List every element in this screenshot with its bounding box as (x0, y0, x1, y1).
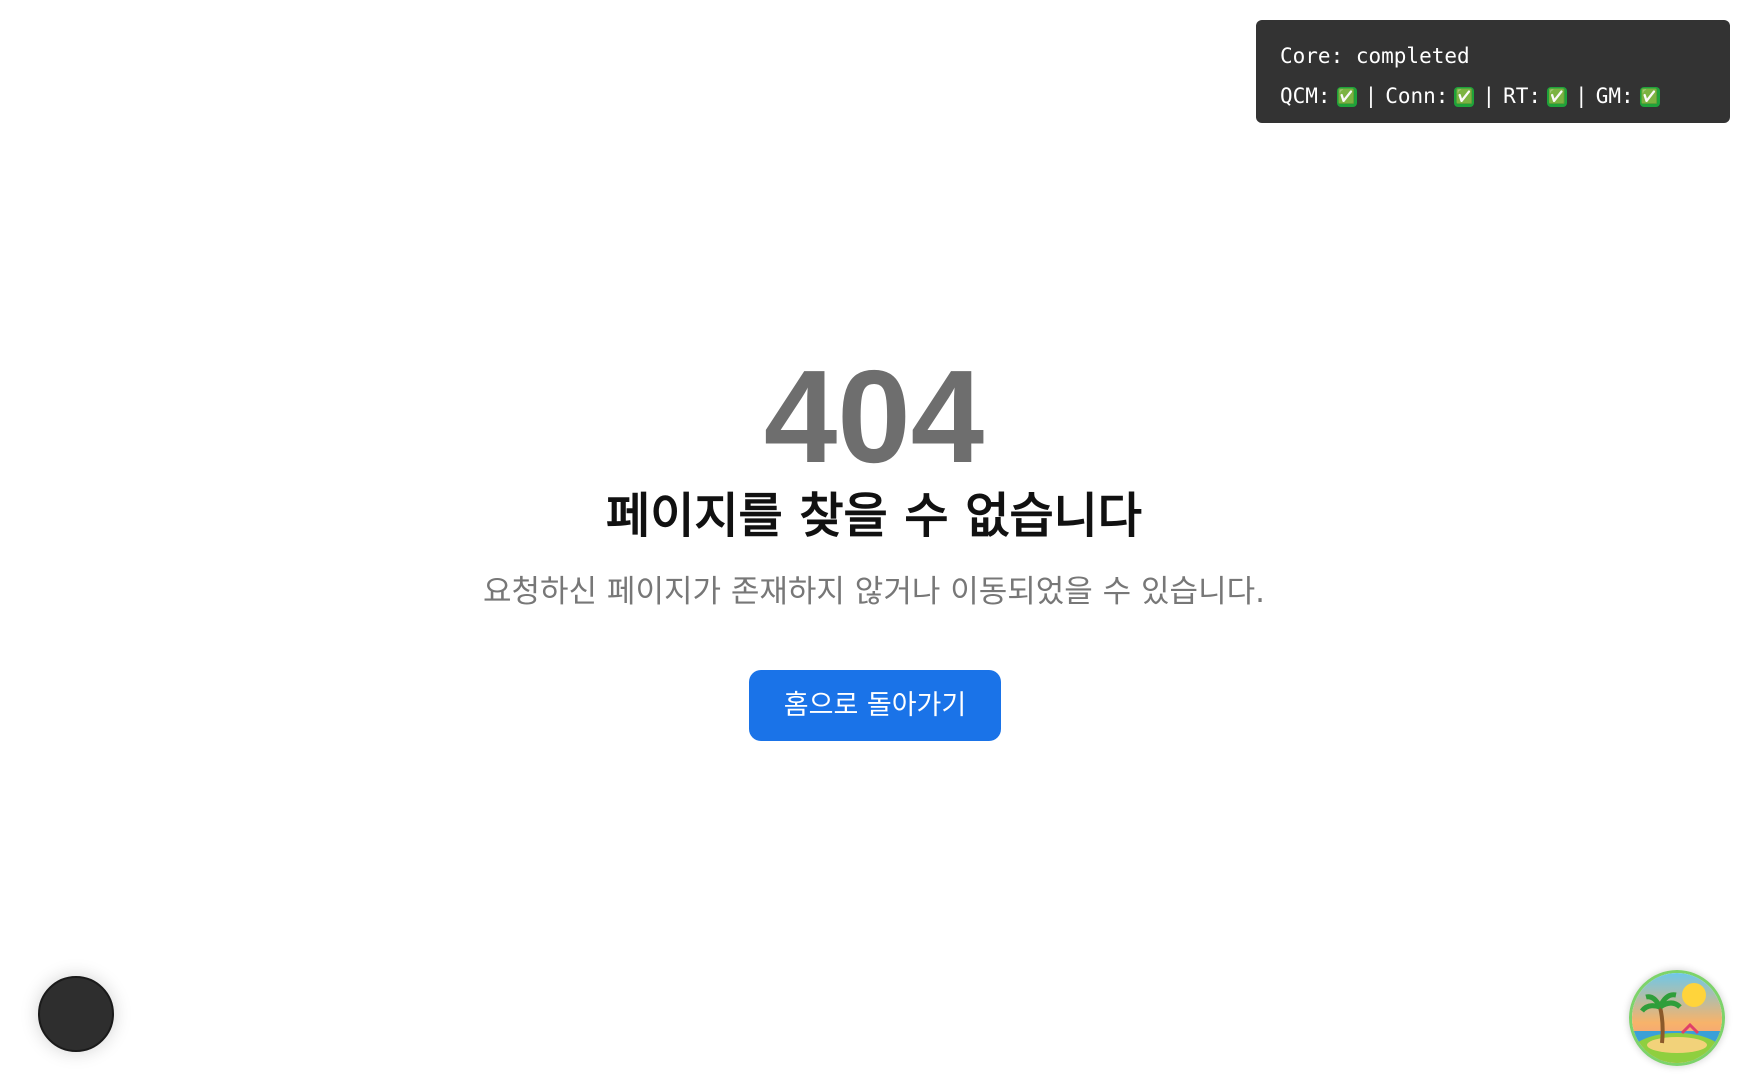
home-button[interactable]: 홈으로 돌아가기 (749, 670, 1001, 741)
conn-label: Conn: (1385, 84, 1449, 108)
core-status: Core: completed (1280, 44, 1470, 68)
page: Core: completed QCM: ✅ | Conn: ✅ | RT: ✅ | GM: ✅ 4… (0, 0, 1748, 1088)
check-icon: ✅ (1454, 87, 1475, 107)
floating-action-button[interactable] (38, 976, 114, 1052)
separator: | (1575, 84, 1588, 108)
island-illustration (1632, 973, 1722, 1063)
separator: | (1364, 84, 1378, 108)
status-panel: Core: completed QCM: ✅ | Conn: ✅ | RT: ✅ | GM: ✅ (1256, 20, 1730, 123)
island-avatar-icon[interactable] (1629, 970, 1725, 1066)
check-icon: ✅ (1336, 87, 1357, 107)
check-icon: ✅ (1639, 87, 1660, 107)
rt-label: RT: (1503, 84, 1542, 108)
separator: | (1482, 84, 1496, 108)
error-code: 404 (763, 343, 985, 490)
check-icon: ✅ (1547, 87, 1568, 107)
error-title: 페이지를 찾을 수 없습니다 (606, 488, 1142, 544)
error-description: 요청하신 페이지가 존재하지 않거나 이동되었을 수 있습니다. (483, 574, 1265, 610)
qcm-label: QCM: (1280, 84, 1331, 108)
gm-label: GM: (1595, 84, 1634, 108)
service-status-row: QCM: ✅ | Conn: ✅ | RT: ✅ | GM: ✅ (1280, 76, 1706, 116)
